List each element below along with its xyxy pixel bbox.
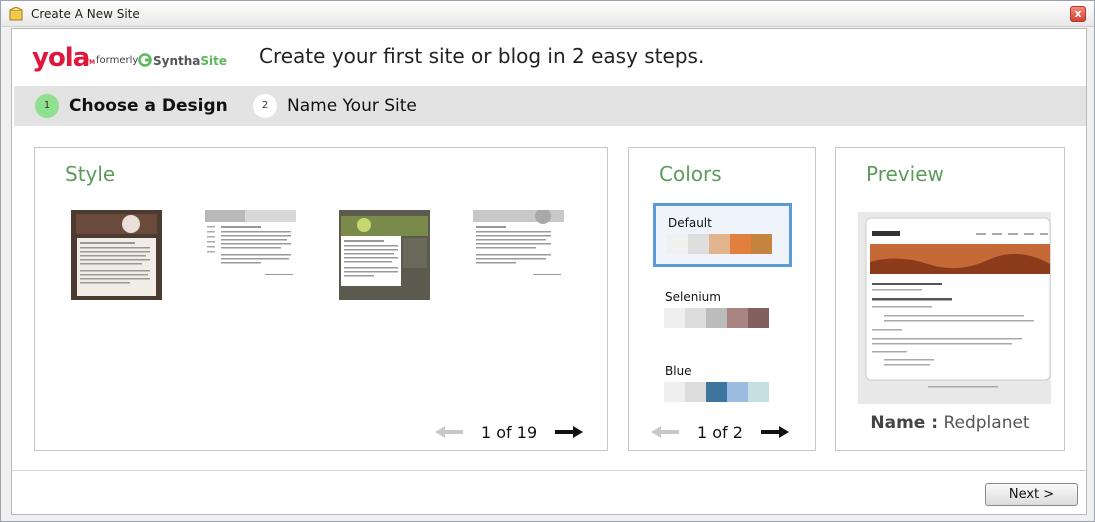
style-thumb-3[interactable] [339,210,430,300]
style-panel: Style 1 of 19 [34,147,608,451]
style-thumb-2[interactable] [205,210,296,300]
swatch [727,308,748,328]
prev-arrow-icon[interactable] [649,424,681,440]
style-pager: 1 of 19 [433,422,585,442]
next-arrow-icon[interactable] [759,424,791,440]
swatch [667,234,688,254]
logo-synth-text: Syntha [153,54,201,68]
footer-divider [12,470,1088,471]
colors-pager: 1 of 2 [649,422,791,442]
step-label: Choose a Design [69,96,228,116]
preview-name-value: Redplanet [943,413,1030,433]
swatch [685,382,706,402]
color-swatches [667,234,772,254]
dialog-window: Create A New Site x yola TM formerly Syn… [0,0,1095,522]
dialog-content: yola TM formerly SynthaSite Create your … [11,28,1088,515]
title-bar[interactable]: Create A New Site x [1,1,1094,27]
logo-brand: yola [32,43,90,73]
swatch [748,382,769,402]
swatch [664,382,685,402]
color-option-name: Selenium [665,290,721,304]
swatch [664,308,685,328]
step-bar: 1 Choose a Design 2 Name Your Site [14,86,1086,126]
swatch [706,382,727,402]
style-thumb-1[interactable] [71,210,162,300]
style-title: Style [65,162,116,186]
close-button[interactable]: x [1070,6,1086,22]
window-title: Create A New Site [31,7,140,21]
swatch [709,234,730,254]
style-pager-text: 1 of 19 [481,422,538,442]
page-headline: Create your first site or blog in 2 easy… [259,44,705,68]
swatch [688,234,709,254]
step-choose-design[interactable]: 1 Choose a Design [35,94,228,118]
logo-site-text: Site [200,54,228,68]
next-arrow-icon[interactable] [553,424,585,440]
swatch [727,382,748,402]
close-icon: x [1074,7,1082,20]
colors-title: Colors [659,162,722,186]
swatch [730,234,751,254]
swatch [748,308,769,328]
synthasite-icon [138,53,152,67]
swatch [751,234,772,254]
logo-formerly: formerly [96,55,139,66]
color-option-blue[interactable]: Blue [653,354,792,418]
step-number: 2 [253,94,277,118]
color-option-name: Blue [665,364,692,378]
swatch [685,308,706,328]
preview-image [858,212,1051,404]
color-swatches [664,308,769,328]
preview-name-label: Name : [870,413,939,433]
colors-pager-text: 1 of 2 [697,422,743,442]
preview-panel: Preview Name : Redplanet [835,147,1065,451]
next-button[interactable]: Next > [985,483,1078,506]
color-option-name: Default [668,216,712,230]
app-icon [9,7,23,21]
prev-arrow-icon[interactable] [433,424,465,440]
preview-title: Preview [866,162,944,186]
swatch [706,308,727,328]
logo-tm: TM [85,59,96,66]
style-thumb-4[interactable] [473,210,564,300]
step-number: 1 [35,94,59,118]
logo-synthasite: SynthaSite [153,54,227,68]
color-option-default[interactable]: Default [653,203,792,267]
color-option-selenium[interactable]: Selenium [653,280,792,344]
colors-panel: Colors Default Selenium Blue 1 of 2 [628,147,816,451]
step-name-site[interactable]: 2 Name Your Site [253,94,417,118]
color-swatches [664,382,769,402]
preview-site-name: Name : Redplanet [836,413,1064,433]
step-label: Name Your Site [287,96,417,116]
